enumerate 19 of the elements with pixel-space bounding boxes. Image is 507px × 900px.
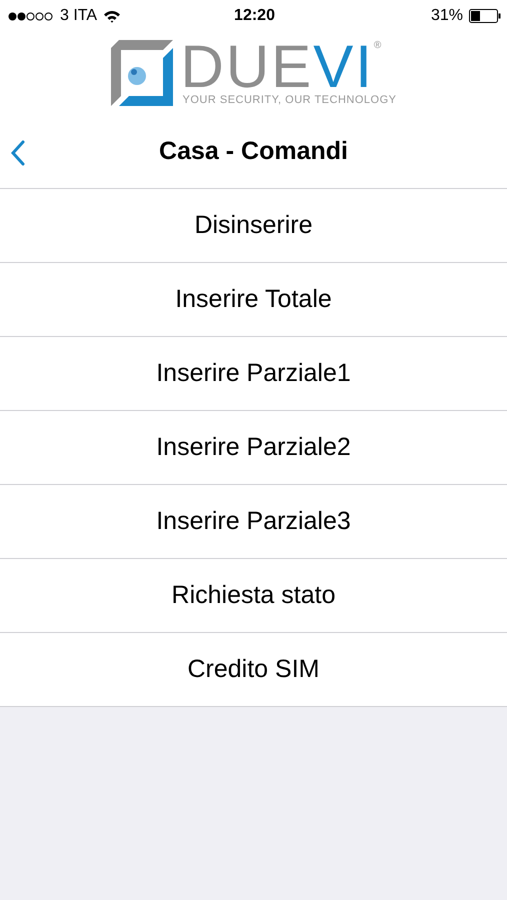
wifi-icon	[103, 10, 122, 22]
battery-percent: 31%	[430, 7, 464, 25]
signal-icon	[8, 12, 54, 20]
screen-title: Casa - Comandi	[159, 136, 348, 166]
command-item[interactable]: Inserire Parziale3	[0, 485, 507, 559]
command-item[interactable]: Inserire Parziale1	[0, 337, 507, 411]
battery-icon	[469, 9, 502, 23]
carrier-name: 3 ITA	[60, 7, 98, 25]
clock-time: 12:20	[234, 7, 275, 25]
command-item[interactable]: Inserire Parziale2	[0, 411, 507, 485]
command-item[interactable]: Inserire Totale	[0, 263, 507, 337]
command-item[interactable]: Disinserire	[0, 189, 507, 263]
command-item[interactable]: Credito SIM	[0, 633, 507, 707]
logo-icon	[110, 40, 173, 106]
logo-tagline: YOUR SECURITY, OUR TECHNOLOGY	[182, 94, 396, 106]
logo-wordmark: VI	[313, 40, 374, 94]
registered-mark: ®	[374, 40, 382, 51]
command-item[interactable]: Richiesta stato	[0, 559, 507, 633]
logo-wordmark: DUE	[180, 40, 314, 94]
